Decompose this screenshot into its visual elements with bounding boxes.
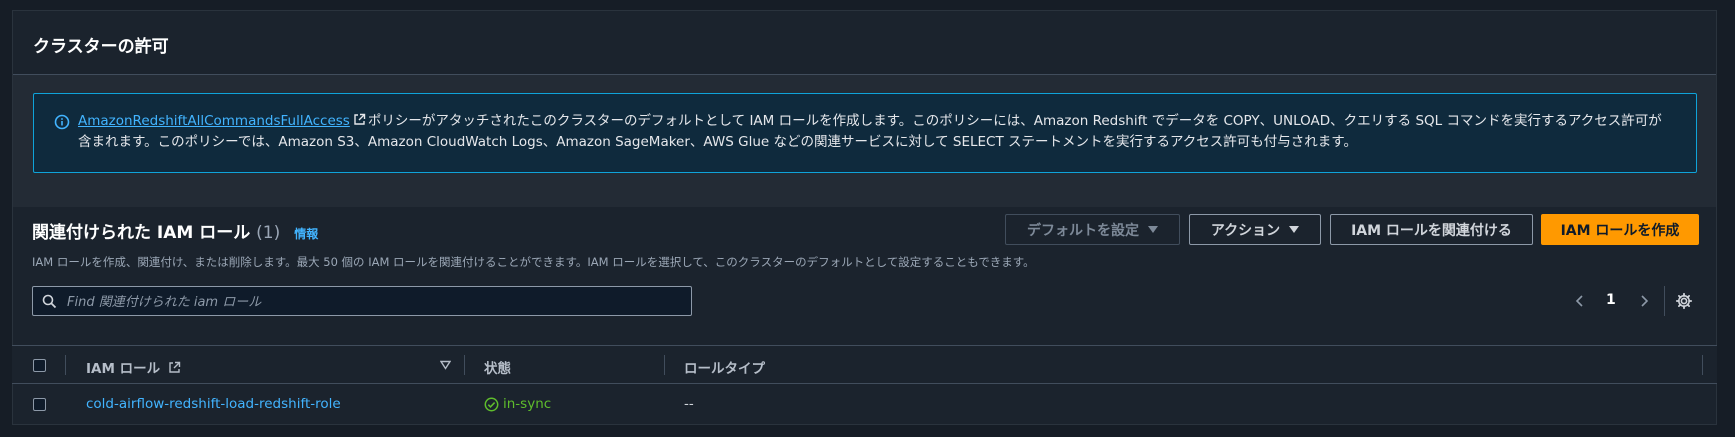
alert-body-line1: ポリシーがアタッチされたこのクラスターのデフォルトとして IAM ロールを作成し… <box>367 113 1662 129</box>
role-type-cell: -- <box>684 396 694 412</box>
column-header-role-type[interactable]: ロールタイプ <box>684 357 765 377</box>
column-separator <box>464 355 465 375</box>
status-indicator: in-sync <box>484 396 551 412</box>
pager-divider <box>1664 286 1665 316</box>
section-description: IAM ロールを作成、関連付け、または削除します。最大 50 個の IAM ロー… <box>32 255 1035 269</box>
external-link-icon[interactable] <box>353 113 366 126</box>
panel-header: クラスターの許可 <box>13 11 1716 75</box>
gear-icon[interactable] <box>1675 292 1693 310</box>
current-page-number[interactable]: 1 <box>1606 292 1616 308</box>
section-title: 関連付けられた IAM ロール (1) 情報 <box>32 218 318 243</box>
next-page-icon[interactable] <box>1637 293 1651 309</box>
panel-title: クラスターの許可 <box>33 37 169 57</box>
select-all-checkbox[interactable] <box>33 359 46 372</box>
table-row: cold-airflow-redshift-load-redshift-role… <box>12 385 1717 425</box>
create-iam-role-button[interactable]: IAM ロールを作成 <box>1541 214 1699 245</box>
table-header: IAM ロール 状態 ロールタイプ <box>12 346 1717 384</box>
check-circle-icon <box>484 397 499 411</box>
role-count: (1) <box>256 223 281 243</box>
actions-button[interactable]: アクション <box>1189 214 1321 245</box>
column-separator <box>664 355 665 375</box>
info-alert: AmazonRedshiftAllCommandsFullAccess ポリシー… <box>33 93 1697 173</box>
section-title-text: 関連付けられた IAM ロール <box>32 223 251 243</box>
row-checkbox[interactable] <box>33 398 46 411</box>
column-header-status[interactable]: 状態 <box>484 357 511 377</box>
alert-text: AmazonRedshiftAllCommandsFullAccess ポリシー… <box>78 111 1678 153</box>
column-separator <box>1702 355 1703 375</box>
associate-iam-role-button[interactable]: IAM ロールを関連付ける <box>1330 214 1533 245</box>
set-default-button[interactable]: デフォルトを設定 <box>1005 214 1180 245</box>
alert-body-line2: 含まれます。このポリシーでは、Amazon S3、Amazon CloudWat… <box>78 134 1357 150</box>
search-input[interactable] <box>65 291 669 313</box>
search-icon <box>42 294 57 309</box>
sort-descending-icon[interactable] <box>440 360 451 370</box>
actions-label: アクション <box>1210 222 1281 239</box>
external-link-icon[interactable] <box>168 361 181 374</box>
set-default-label: デフォルトを設定 <box>1027 222 1139 239</box>
info-icon <box>54 114 70 130</box>
column-header-iam-role[interactable]: IAM ロール <box>86 357 183 377</box>
status-text: in-sync <box>503 396 552 412</box>
caret-down-icon <box>1289 226 1300 233</box>
caret-down-icon <box>1148 226 1158 233</box>
role-name-link[interactable]: cold-airflow-redshift-load-redshift-role <box>86 396 341 412</box>
previous-page-icon[interactable] <box>1573 293 1587 309</box>
search-box <box>32 286 692 316</box>
policy-link[interactable]: AmazonRedshiftAllCommandsFullAccess <box>78 113 350 129</box>
info-link[interactable]: 情報 <box>294 227 318 241</box>
column-header-iam-role-label: IAM ロール <box>86 361 161 377</box>
column-separator <box>65 355 66 375</box>
